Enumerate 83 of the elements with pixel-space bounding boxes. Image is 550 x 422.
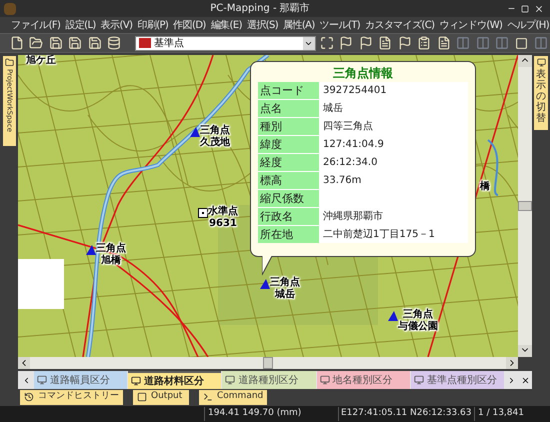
- info-value: 四等三角点: [322, 120, 374, 134]
- info-label: 行政名: [258, 208, 319, 225]
- layer-tab[interactable]: 地名種別区分: [316, 371, 410, 389]
- marker-type-label: 三角点: [96, 243, 126, 254]
- menu-item[interactable]: 選択(S): [246, 18, 280, 32]
- scroll-thumb[interactable]: [263, 357, 273, 369]
- menu-item[interactable]: 編集(E): [210, 18, 243, 32]
- layer-tab[interactable]: 基準点種別区分: [410, 371, 504, 389]
- marker-type-label: 三角点: [270, 277, 300, 288]
- horizontal-scrollbar[interactable]: [18, 357, 518, 369]
- triangle-marker-icon[interactable]: [388, 311, 398, 321]
- info-value: 3927254401: [322, 84, 388, 98]
- layer-select-value: 基準点: [154, 36, 186, 50]
- monitor-icon: [414, 375, 424, 385]
- app-icon: [4, 2, 16, 14]
- info-label: 所在地: [258, 226, 319, 243]
- info-label: 経度: [258, 154, 319, 171]
- scroll-left-icon[interactable]: [18, 357, 30, 369]
- folder-icon: [4, 58, 14, 67]
- info-value: 33.76m: [322, 174, 362, 188]
- vertical-scrollbar[interactable]: [518, 55, 532, 357]
- panel-button[interactable]: コマンドヒストリー: [20, 390, 123, 404]
- info-label: 標高: [258, 172, 319, 189]
- marker-type-label: 三角点: [403, 309, 433, 320]
- panel-icon: [203, 392, 213, 402]
- info-label: 緯度: [258, 136, 319, 153]
- display-toggle-panel-tab[interactable]: 表示の切替: [534, 56, 548, 130]
- scroll-right-icon[interactable]: [506, 357, 518, 369]
- maximize-icon: [521, 4, 529, 12]
- layer-select[interactable]: 基準点: [135, 36, 316, 50]
- benchmark-marker-icon[interactable]: [198, 208, 208, 218]
- triangle-marker-icon[interactable]: [86, 245, 96, 255]
- close-icon: [534, 4, 544, 14]
- monitor-icon: [37, 375, 47, 385]
- info-label: 点コード: [258, 82, 319, 99]
- layer-tab[interactable]: 道路種別区分: [222, 371, 316, 389]
- info-value: 沖縄県那覇市: [322, 210, 384, 224]
- monitor-icon: [131, 376, 142, 386]
- status-latlon: E127:41:05.11 N26:12:33.63: [338, 407, 474, 421]
- marker-name-label: 旭橋: [101, 255, 121, 267]
- marker-type-label: 三角点: [200, 125, 230, 136]
- panel-button[interactable]: Output: [133, 390, 189, 404]
- menu-item[interactable]: ウィンドウ(W): [438, 18, 504, 32]
- monitor-icon: [320, 375, 330, 385]
- panel-icon: [137, 392, 147, 402]
- panel-button[interactable]: Command: [199, 390, 268, 404]
- menu-item[interactable]: 印刷(P): [136, 18, 170, 32]
- layer-tab[interactable]: 道路幅員区分: [34, 371, 128, 389]
- menu-item[interactable]: 表示(V): [100, 18, 134, 32]
- info-value: 127:41:04.9: [322, 138, 385, 152]
- scroll-down-icon[interactable]: [518, 345, 532, 357]
- status-count: 1 / 13,841: [474, 407, 534, 421]
- monitor-icon: [225, 375, 236, 385]
- scroll-thumb[interactable]: [518, 201, 532, 211]
- menu-item[interactable]: ヘルプ(H): [506, 18, 550, 32]
- menu-item[interactable]: ツール(T): [318, 18, 361, 32]
- monitor-icon: [536, 58, 546, 67]
- popup-pointer: [262, 256, 274, 276]
- menu-item[interactable]: ファイル(F): [10, 18, 62, 32]
- layer-icon: [139, 38, 152, 48]
- info-label: 種別: [258, 118, 319, 135]
- layer-tab[interactable]: 道路材料区分: [128, 371, 222, 389]
- window-title: PC-Mapping - 那覇市: [209, 2, 311, 16]
- triangle-marker-icon[interactable]: [190, 127, 200, 137]
- marker-type-label: 水準点: [208, 206, 238, 218]
- triangle-marker-icon[interactable]: [260, 279, 270, 289]
- status-coordinates: 194.41 149.70 (mm): [204, 407, 338, 421]
- scroll-up-icon[interactable]: [518, 55, 532, 67]
- info-value: 城岳: [322, 102, 344, 116]
- info-value: 26:12:34.0: [322, 156, 378, 170]
- popup-title: 三角点情報: [332, 65, 394, 82]
- marker-name-label: 久茂地: [200, 137, 230, 149]
- marker-name-label: 9631: [209, 218, 237, 230]
- info-value: 二中前楚辺1丁目175－1: [322, 228, 436, 242]
- marker-name-label: 橋: [480, 181, 490, 193]
- panel-icon: [24, 392, 34, 402]
- info-label: 縮尺係数: [258, 190, 319, 207]
- menu-item[interactable]: 作図(D): [172, 18, 207, 32]
- info-label: 点名: [258, 100, 319, 117]
- menu-item[interactable]: 属性(A): [282, 18, 316, 32]
- menu-item[interactable]: カスタマイズ(C): [364, 18, 436, 32]
- marker-name-label: 城岳: [275, 289, 295, 301]
- menu-item[interactable]: 設定(L): [64, 18, 97, 32]
